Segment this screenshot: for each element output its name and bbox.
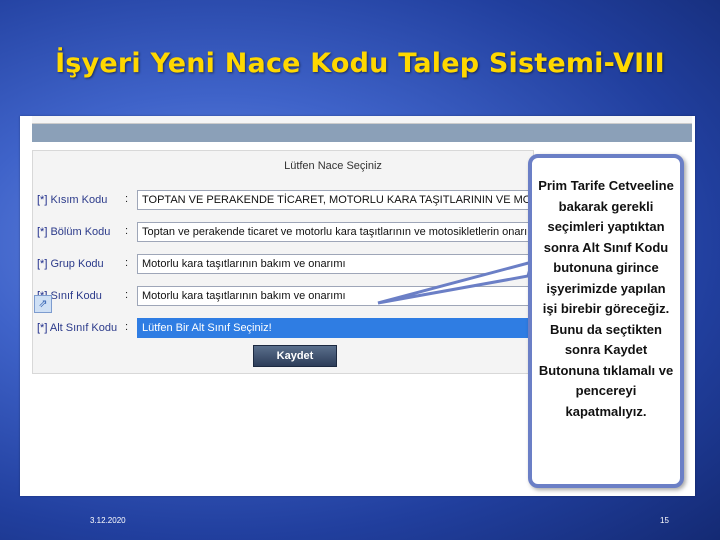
kisim-kodu-select[interactable]: TOPTAN VE PERAKENDE TİCARET, MOTORLU KAR… <box>137 190 557 210</box>
top-strip <box>32 116 692 124</box>
bolum-kodu-select[interactable]: Toptan ve perakende ticaret ve motorlu k… <box>137 222 557 242</box>
grup-kodu-select[interactable]: Motorlu kara taşıtlarının bakım ve onarı… <box>137 254 557 274</box>
grup-kodu-label: [*] Grup Kodu <box>37 258 104 270</box>
bolum-kodu-row: [*] Bölüm Kodu : Toptan ve perakende tic… <box>33 221 593 245</box>
header-bar <box>32 124 692 142</box>
sinif-kodu-row: [*] Sınıf Kodu : Motorlu kara taşıtların… <box>33 285 593 309</box>
footer-date: 3.12.2020 <box>90 516 126 525</box>
alt-sinif-kodu-row: [*] Alt Sınıf Kodu : Lütfen Bir Alt Sını… <box>33 317 593 341</box>
save-button[interactable]: Kaydet <box>253 345 337 367</box>
bolum-kodu-label: [*] Bölüm Kodu <box>37 226 111 238</box>
alt-sinif-kodu-select[interactable]: Lütfen Bir Alt Sınıf Seçiniz! <box>137 318 557 338</box>
alt-sinif-kodu-label[interactable]: [*] Alt Sınıf Kodu <box>37 322 117 334</box>
instruction-callout: Prim Tarife Cetveeline bakarak gerekli s… <box>528 154 684 488</box>
nace-form: Lütfen Nace Seçiniz [*] Kısım Kodu : TOP… <box>32 150 557 374</box>
kisim-kodu-label: [*] Kısım Kodu <box>37 194 108 206</box>
expand-icon[interactable]: ⇗ <box>34 295 52 313</box>
sinif-kodu-select[interactable]: Motorlu kara taşıtlarının bakım ve onarı… <box>137 286 557 306</box>
slide-title: İşyeri Yeni Nace Kodu Talep Sistemi-VIII <box>55 48 665 79</box>
callout-text: Prim Tarife Cetveeline bakarak gerekli s… <box>538 178 674 419</box>
page-number: 15 <box>660 516 669 525</box>
grup-kodu-row: [*] Grup Kodu : Motorlu kara taşıtlarını… <box>33 253 593 277</box>
kisim-kodu-row: [*] Kısım Kodu : TOPTAN VE PERAKENDE TİC… <box>33 189 593 213</box>
